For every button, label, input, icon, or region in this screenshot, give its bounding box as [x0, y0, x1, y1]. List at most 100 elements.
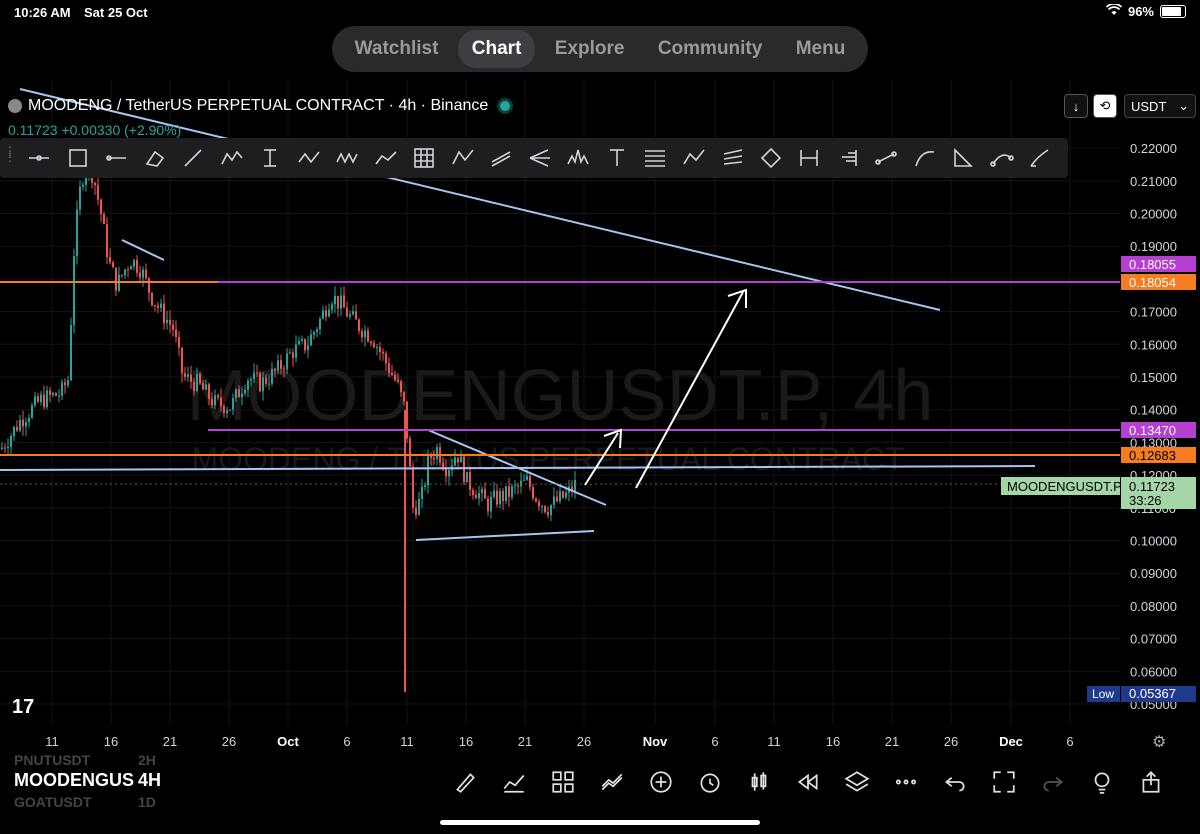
elliott-wave-icon[interactable]: [213, 143, 252, 173]
candle-body: [517, 485, 519, 487]
compare-icon[interactable]: [587, 764, 636, 800]
candle-body: [463, 456, 465, 483]
time-tick-label: 11: [400, 734, 414, 749]
tab-menu[interactable]: Menu: [782, 30, 860, 68]
candle-body: [256, 372, 258, 374]
drag-handle-icon[interactable]: ⋮ ⋮: [4, 145, 16, 168]
price-tick-label: 0.19000: [1130, 239, 1177, 254]
candle-type-icon[interactable]: [734, 764, 783, 800]
candle-body: [505, 486, 507, 501]
current-symbol[interactable]: MOODENGUS: [14, 770, 134, 790]
ideas-icon[interactable]: [1077, 764, 1126, 800]
trendline-icon[interactable]: [174, 143, 213, 173]
candle-body: [478, 492, 480, 499]
gear-icon[interactable]: ⚙: [1152, 732, 1166, 752]
indicators-icon[interactable]: [489, 764, 538, 800]
price-tick-label: 0.07000: [1130, 632, 1177, 647]
candle-body: [313, 331, 315, 335]
tab-community[interactable]: Community: [644, 30, 777, 68]
candle-body: [535, 498, 537, 502]
candle-body: [160, 303, 162, 308]
polyline-icon[interactable]: [752, 143, 791, 173]
undo-icon[interactable]: [930, 764, 979, 800]
layout-icon[interactable]: [538, 764, 587, 800]
fullscreen-icon[interactable]: [979, 764, 1028, 800]
replay-icon[interactable]: [783, 764, 832, 800]
abcd-pattern-icon[interactable]: [444, 143, 483, 173]
candle-body: [460, 456, 462, 463]
path-icon[interactable]: [367, 143, 406, 173]
candle-body: [403, 392, 405, 402]
share-icon[interactable]: [1126, 764, 1175, 800]
tab-chart[interactable]: Chart: [457, 30, 536, 68]
candle-body: [520, 480, 522, 487]
price-tick-label: 0.09000: [1130, 566, 1177, 581]
layers-icon[interactable]: [832, 764, 881, 800]
brush-icon[interactable]: [1021, 143, 1060, 173]
price-tick-label: 0.15000: [1130, 370, 1177, 385]
fib-retracement-icon[interactable]: [636, 143, 675, 173]
parallel-channel-icon[interactable]: [482, 143, 521, 173]
candle-body: [562, 491, 564, 498]
candle-body: [418, 498, 420, 515]
current-timeframe[interactable]: 4H: [138, 770, 161, 791]
candle-body: [61, 382, 63, 396]
candle-body: [130, 266, 132, 270]
candle-body: [328, 309, 330, 317]
candle-body: [214, 395, 216, 406]
next-symbol: GOATUSDT: [14, 794, 92, 810]
candle-body: [55, 392, 57, 396]
triangle-icon[interactable]: [944, 143, 983, 173]
candle-body: [382, 351, 384, 354]
ray-icon[interactable]: [97, 143, 136, 173]
currency-select[interactable]: USDT ⌄: [1124, 94, 1196, 118]
download-icon[interactable]: ↓: [1064, 94, 1088, 118]
ae-pattern-icon[interactable]: [675, 143, 714, 173]
candle-body: [415, 507, 417, 515]
candle-body: [331, 304, 333, 310]
candle-body: [472, 489, 474, 495]
rectangle-icon[interactable]: [59, 143, 98, 173]
candle-body: [316, 329, 318, 332]
candle-body: [397, 379, 399, 382]
tab-explore[interactable]: Explore: [541, 30, 639, 68]
more-icon[interactable]: [881, 764, 930, 800]
tab-watchlist[interactable]: Watchlist: [341, 30, 453, 68]
text-icon[interactable]: [598, 143, 637, 173]
candle-body: [79, 186, 81, 210]
fib-channel-icon[interactable]: [713, 143, 752, 173]
volume-profile-icon[interactable]: [829, 143, 868, 173]
candle-body: [115, 267, 117, 291]
horizontal-line-icon[interactable]: [20, 143, 59, 173]
chart-title[interactable]: MOODENG / TetherUS PERPETUAL CONTRACT · …: [28, 97, 488, 115]
gann-box-icon[interactable]: [405, 143, 444, 173]
candle-body: [166, 319, 168, 324]
fixed-range-volume-icon[interactable]: [251, 143, 290, 173]
candle-body: [163, 303, 165, 324]
candle-body: [58, 395, 60, 397]
alert-icon[interactable]: [685, 764, 734, 800]
arc-icon[interactable]: [983, 143, 1022, 173]
wxy-pattern-icon[interactable]: [290, 143, 329, 173]
wxyxz-pattern-icon[interactable]: [328, 143, 367, 173]
redo-icon[interactable]: [1028, 764, 1077, 800]
candle-body: [409, 438, 411, 467]
curve-icon[interactable]: [906, 143, 945, 173]
candle-body: [337, 295, 339, 309]
date-price-range-icon[interactable]: [790, 143, 829, 173]
candle-body: [175, 329, 177, 338]
eraser-icon[interactable]: [136, 143, 175, 173]
candle-body: [496, 490, 498, 505]
add-icon[interactable]: [636, 764, 685, 800]
candle-body: [94, 182, 96, 186]
draw-icon[interactable]: [440, 764, 489, 800]
head-shoulders-icon[interactable]: [559, 143, 598, 173]
symbol-switcher[interactable]: PNUTUSDT 2H MOODENGUS 4H GOATUSDT 1D: [14, 752, 161, 812]
candle-body: [70, 324, 72, 381]
candle-body: [139, 272, 141, 278]
sync-icon[interactable]: ⟲: [1093, 94, 1117, 118]
status-time: 10:26 AM: [14, 5, 71, 20]
info-line-icon[interactable]: [867, 143, 906, 173]
candle-body: [481, 489, 483, 493]
pitchfork-icon[interactable]: [521, 143, 560, 173]
